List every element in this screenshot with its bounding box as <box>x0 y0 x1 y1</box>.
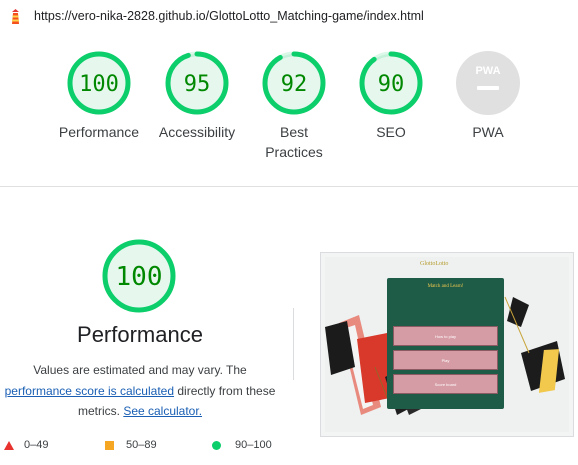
thumbnail-logo: GlottoLotto <box>420 261 449 267</box>
triangle-icon <box>4 440 14 450</box>
section-divider <box>0 186 578 187</box>
score-ring: 100 <box>102 239 176 313</box>
score-ring: 100 <box>67 51 131 115</box>
performance-score: 100 <box>116 262 163 292</box>
score-legend: 0–49 50–89 90–100 <box>0 436 300 456</box>
gauge-label-line2: Practices <box>265 144 323 160</box>
gauge-label: PWA <box>472 124 504 140</box>
square-icon <box>105 440 114 450</box>
thumbnail-button: How to play <box>393 326 498 346</box>
lighthouse-icon <box>12 9 19 24</box>
gauge-label: Performance <box>58 124 140 140</box>
thumbnail-button: Play <box>393 350 498 370</box>
category-gauges: 100 Performance 95 Accessibility 92 Best… <box>0 50 578 180</box>
legend-pass: 90–100 <box>212 439 272 451</box>
gauge-label: Accessibility <box>158 124 236 140</box>
pwa-badge: PWA <box>456 51 520 115</box>
legend-range: 50–89 <box>126 439 157 451</box>
thumbnail-card: Match and Learn! How to play Play Score … <box>387 278 504 409</box>
performance-description: Values are estimated and may vary. The p… <box>0 360 280 422</box>
legend-range: 0–49 <box>24 439 49 451</box>
desc-text-2: directly from these <box>177 383 276 398</box>
legend-range: 90–100 <box>235 439 272 451</box>
thumbnail-card-title: Match and Learn! <box>427 284 464 289</box>
url-bar: https://vero-nika-2828.github.io/GlottoL… <box>0 0 578 34</box>
page-thumbnail: GlottoLotto Match and Learn! How to play… <box>325 257 569 432</box>
circle-icon <box>212 440 221 450</box>
legend-average: 50–89 <box>105 439 157 451</box>
gauge-accessibility[interactable]: 95 Accessibility <box>152 50 242 142</box>
gauge-label: SEO <box>376 124 406 140</box>
vertical-divider <box>293 308 294 380</box>
gauge-seo[interactable]: 90 SEO <box>346 50 436 142</box>
gauge-label-line1: Best <box>279 124 308 140</box>
page-url[interactable]: https://vero-nika-2828.github.io/GlottoL… <box>34 9 424 23</box>
gauge-pwa[interactable]: PWA PWA <box>443 50 533 142</box>
gauge-label: Best Practices <box>249 122 339 162</box>
legend-fail: 0–49 <box>4 439 48 451</box>
pwa-badge-text: PWA <box>475 65 500 77</box>
performance-gauge: 100 <box>101 238 177 314</box>
score-ring: 90 <box>359 51 423 115</box>
see-calculator-link[interactable]: See calculator. <box>123 404 202 418</box>
score-calculated-link[interactable]: performance score is calculated <box>5 384 174 398</box>
pwa-dash-icon <box>477 86 499 90</box>
score-ring: 95 <box>165 51 229 115</box>
final-screenshot[interactable]: GlottoLotto Match and Learn! How to play… <box>320 252 574 437</box>
score-ring: 92 <box>262 51 326 115</box>
gauge-score: 95 <box>184 72 211 97</box>
desc-text-3: metrics. <box>77 404 120 418</box>
gauge-score: 92 <box>281 72 308 97</box>
gauge-performance[interactable]: 100 Performance <box>54 50 144 142</box>
gauge-score: 90 <box>378 72 405 97</box>
gauge-score: 100 <box>79 72 119 97</box>
performance-title: Performance <box>77 322 203 347</box>
gauge-best-practices[interactable]: 92 Best Practices <box>249 50 339 162</box>
thumbnail-button: Score board <box>393 374 498 394</box>
desc-text-1: Values are estimated and may vary. The <box>33 363 247 377</box>
